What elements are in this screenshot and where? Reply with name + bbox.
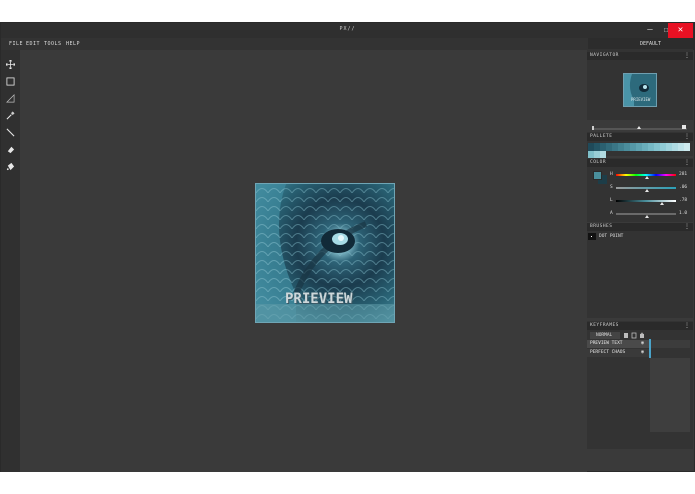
canvas-area[interactable]: PRIEVIEW bbox=[20, 50, 587, 472]
window-title: PX// bbox=[339, 26, 356, 32]
layer-visibility-eye-icon[interactable]: ◉ bbox=[641, 349, 644, 355]
tool-sidebar bbox=[1, 50, 20, 472]
layer-timeline-track[interactable] bbox=[650, 340, 690, 348]
keyframes-menu-icon[interactable]: ⋮ bbox=[684, 322, 690, 329]
brushes-title: BRUSHES bbox=[590, 224, 613, 229]
zoom-max-marker bbox=[682, 125, 686, 129]
eraser-icon[interactable] bbox=[6, 145, 15, 154]
color-header: COLOR ⋮ bbox=[587, 159, 693, 167]
layer-row-preview-text[interactable]: PREVIEW TEXT bbox=[587, 340, 649, 348]
alpha-knob[interactable] bbox=[645, 215, 649, 218]
layer-visibility-eye-icon[interactable]: ◉ bbox=[641, 340, 644, 346]
layer-name: PERFECT CHAOS bbox=[590, 350, 626, 355]
menu-bar: FILE EDIT TOOLS HELP bbox=[1, 38, 588, 50]
navigator-menu-icon[interactable]: ⋮ bbox=[684, 52, 690, 59]
line-icon[interactable] bbox=[6, 128, 15, 137]
lightness-label: L bbox=[610, 198, 613, 203]
lock-icon bbox=[640, 334, 644, 338]
timeline-playhead[interactable] bbox=[649, 339, 651, 358]
menu-tools[interactable]: TOOLS bbox=[44, 41, 62, 47]
eyedropper-icon[interactable] bbox=[6, 111, 15, 120]
foreground-color-swatch[interactable] bbox=[593, 171, 602, 180]
brushes-menu-icon[interactable]: ⋮ bbox=[684, 223, 690, 230]
layer-action-icons bbox=[624, 332, 644, 339]
timeline-empty-area bbox=[650, 358, 690, 432]
thumbnail-text: PRIEVIEW bbox=[631, 97, 651, 102]
canvas-image[interactable]: PRIEVIEW bbox=[255, 183, 395, 323]
brush-item-dot-point[interactable]: DOT POINT bbox=[599, 234, 623, 239]
navigator-title: NAVIGATOR bbox=[590, 53, 619, 58]
brushes-header: BRUSHES ⋮ bbox=[587, 223, 693, 231]
hue-knob[interactable] bbox=[645, 176, 649, 179]
blend-mode-select[interactable]: NORMAL bbox=[590, 332, 620, 339]
thumbnail-graphic bbox=[624, 74, 656, 106]
color-menu-icon[interactable]: ⋮ bbox=[684, 159, 690, 166]
alpha-label: A bbox=[610, 211, 613, 216]
zoom-min-marker bbox=[592, 126, 594, 130]
navigator-header: NAVIGATOR ⋮ bbox=[587, 52, 693, 60]
saturation-value: .06 bbox=[679, 185, 688, 190]
palette-menu-icon[interactable]: ⋮ bbox=[684, 133, 690, 140]
menu-help[interactable]: HELP bbox=[66, 41, 80, 47]
layer-name: PREVIEW TEXT bbox=[590, 341, 623, 346]
lightness-knob[interactable] bbox=[660, 202, 664, 205]
saturation-knob[interactable] bbox=[645, 189, 649, 192]
keyframes-title: KEYFRAMES bbox=[590, 323, 619, 328]
hue-label: H bbox=[610, 172, 613, 177]
canvas-overlay-text: PRIEVIEW bbox=[285, 291, 353, 307]
layer-row-perfect-chaos[interactable]: PERFECT CHAOS bbox=[587, 349, 649, 357]
lightness-slider[interactable] bbox=[616, 200, 676, 202]
close-button[interactable]: ✕ bbox=[668, 23, 693, 38]
navigator-thumbnail[interactable]: PRIEVIEW bbox=[623, 73, 657, 107]
blend-mode-value: NORMAL bbox=[596, 333, 613, 338]
move-icon[interactable] bbox=[6, 60, 15, 69]
rect-select-icon[interactable] bbox=[6, 77, 15, 86]
lightness-value: .78 bbox=[679, 198, 688, 203]
menu-file[interactable]: FILE bbox=[9, 41, 23, 47]
color-title: COLOR bbox=[590, 160, 607, 165]
palette-header: PALLETE ⋮ bbox=[587, 133, 693, 141]
title-bar[interactable]: PX// – ☐ ✕ bbox=[1, 23, 694, 38]
preset-label: DEFAULT bbox=[640, 41, 662, 47]
duplicate-layer-icon bbox=[631, 332, 637, 339]
palette-swatch[interactable] bbox=[684, 143, 690, 151]
brush-preview-icon bbox=[588, 233, 596, 240]
fill-bucket-icon[interactable] bbox=[6, 162, 15, 171]
triangle-select-icon[interactable] bbox=[6, 94, 15, 103]
alpha-value: 1.0 bbox=[679, 211, 688, 216]
hue-value: 281 bbox=[679, 172, 688, 177]
zoom-slider-knob[interactable] bbox=[637, 126, 641, 129]
menu-edit[interactable]: EDIT bbox=[26, 41, 40, 47]
new-layer-icon bbox=[624, 333, 628, 338]
keyframes-header: KEYFRAMES ⋮ bbox=[587, 322, 693, 330]
saturation-label: S bbox=[610, 185, 613, 190]
palette-title: PALLETE bbox=[590, 134, 613, 139]
layer-timeline-track[interactable] bbox=[650, 349, 690, 357]
